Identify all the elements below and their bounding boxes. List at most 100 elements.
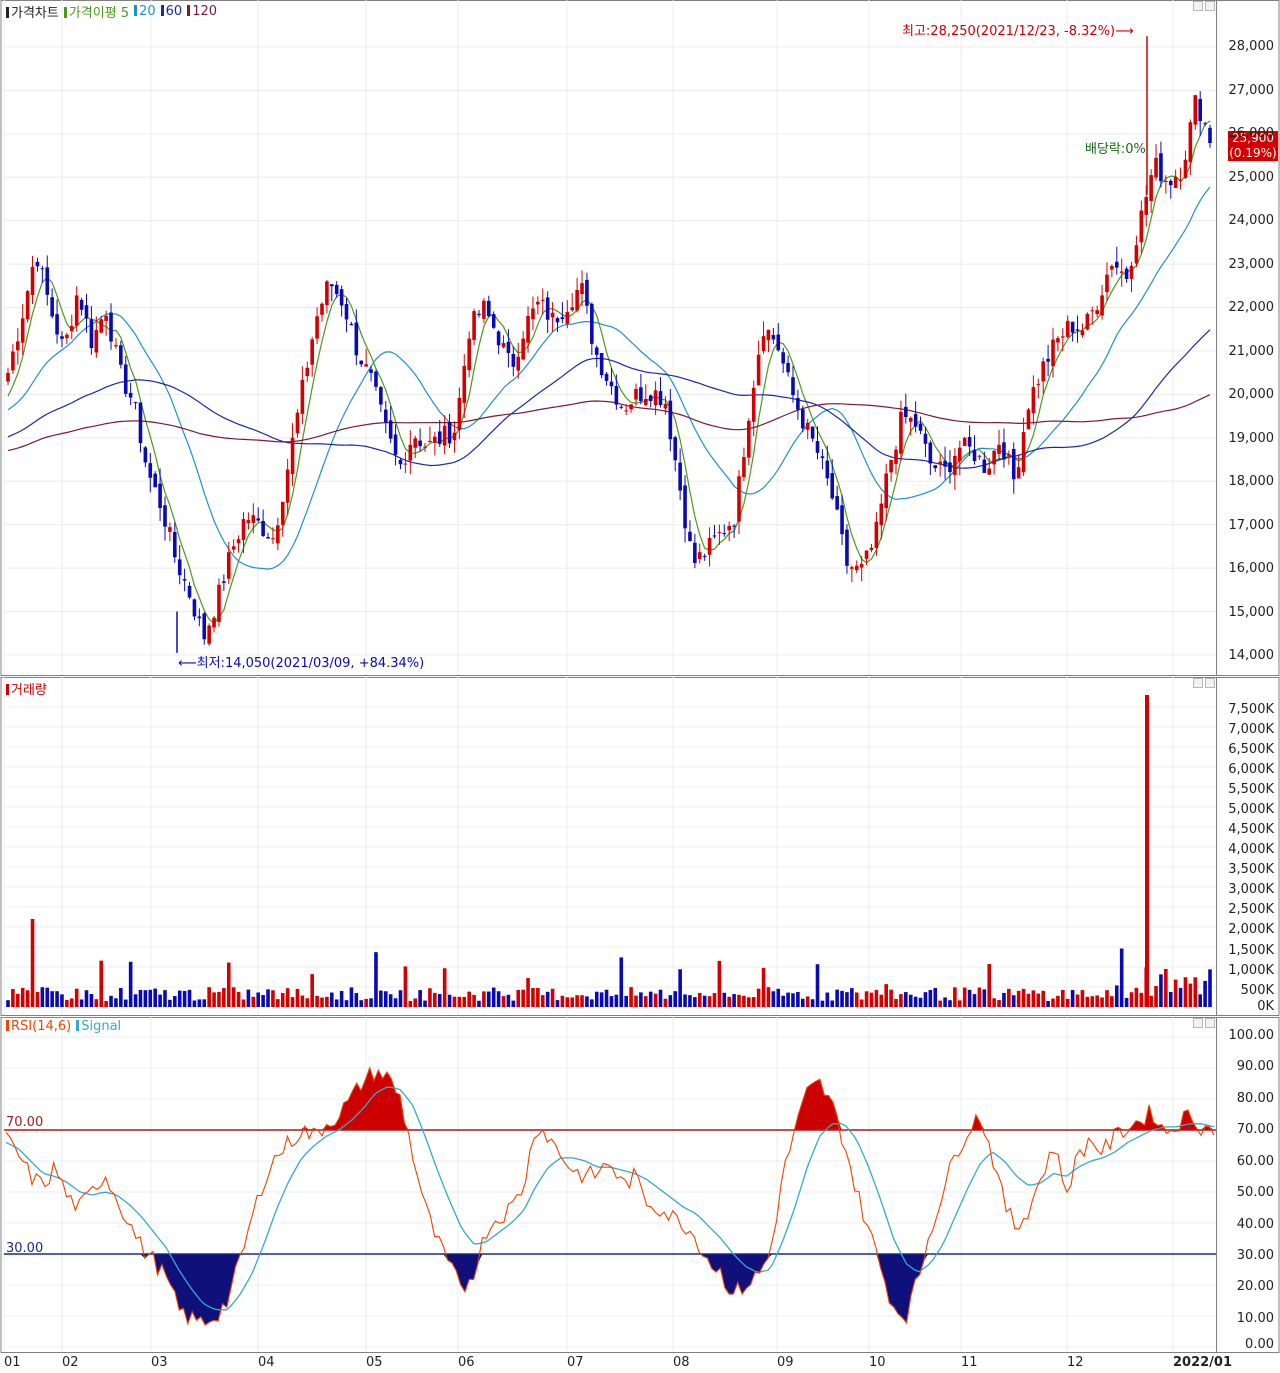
candle-body (526, 315, 530, 343)
volume-bar (820, 1000, 825, 1007)
volume-bar (261, 995, 265, 1007)
minimize-icon[interactable] (1193, 1, 1203, 11)
volume-bar (1080, 990, 1085, 1007)
candle-body (187, 585, 192, 598)
x-tick: 09 (777, 1355, 794, 1370)
volume-bar (197, 999, 202, 1007)
candle-body (138, 402, 143, 444)
candle-body (398, 459, 403, 465)
close-icon[interactable] (1205, 1018, 1215, 1028)
volume-tick: 2,000K (1228, 922, 1274, 937)
volume-bar (84, 990, 89, 1007)
candle-body (109, 312, 113, 342)
close-icon[interactable] (1205, 678, 1215, 688)
volume-bar (1105, 990, 1109, 1007)
candle-body (202, 613, 207, 640)
candle-body (1016, 467, 1021, 479)
volume-bar (1070, 989, 1075, 1007)
volume-bar (904, 992, 908, 1007)
volume-bar (859, 999, 864, 1007)
candle-body (1203, 123, 1207, 125)
rsi-lower-label: 30.00 (6, 1241, 44, 1256)
volume-bar (462, 996, 467, 1007)
volume-bar (712, 993, 717, 1007)
volume-tick: 5,000K (1228, 802, 1274, 817)
volume-bar (60, 994, 64, 1007)
stock-chart-canvas[interactable] (0, 0, 1280, 1373)
volume-bar (1198, 994, 1202, 1007)
candle-body (344, 304, 349, 320)
candle-body (212, 617, 216, 628)
volume-bar (217, 991, 221, 1007)
candle-body (722, 533, 727, 535)
candle-body (457, 397, 462, 431)
volume-bar (761, 967, 766, 1007)
minimize-icon[interactable] (1193, 678, 1203, 688)
volume-bar (496, 991, 501, 1007)
candle-body (1075, 329, 1080, 331)
volume-bar (123, 999, 128, 1007)
candle-body (1149, 175, 1153, 201)
candle-body (506, 341, 511, 353)
candle-body (1085, 313, 1090, 330)
volume-bar (766, 987, 771, 1007)
candle-body (918, 423, 923, 431)
minimize-icon[interactable] (1193, 1018, 1203, 1028)
volume-bar (850, 988, 854, 1007)
volume-bar (452, 996, 457, 1007)
volume-bar (408, 1000, 413, 1007)
volume-bar (1188, 983, 1193, 1007)
volume-bar (403, 966, 408, 1007)
candle-body (732, 525, 736, 527)
candle-body (1026, 409, 1031, 430)
volume-bar (1021, 988, 1026, 1007)
volume-bar (226, 962, 231, 1007)
volume-bar (457, 996, 462, 1007)
candle-body (192, 599, 197, 617)
volume-bar (540, 995, 545, 1007)
candle-body (433, 436, 437, 443)
candle-body (418, 440, 422, 447)
candle-body (30, 266, 35, 296)
candle-body (830, 473, 835, 499)
volume-spike-bar (1145, 695, 1149, 1007)
close-icon[interactable] (1205, 1, 1215, 11)
volume-bar (1124, 997, 1129, 1007)
candle-body (11, 351, 15, 371)
volume-bar (393, 998, 398, 1007)
volume-bar (20, 987, 25, 1007)
volume-bar (1061, 989, 1065, 1007)
volume-tick: 6,500K (1228, 742, 1274, 757)
volume-tick: 2,500K (1228, 902, 1274, 917)
candle-body (697, 552, 702, 560)
candle-body (639, 387, 643, 402)
volume-bar (643, 996, 648, 1007)
price-tick: 28,000 (1228, 39, 1275, 54)
volume-bar (796, 991, 800, 1007)
candle-body (982, 459, 987, 473)
candle-body (487, 300, 491, 317)
volume-bar (800, 998, 805, 1007)
candle-body (629, 404, 633, 410)
candle-body (320, 303, 324, 315)
volume-bar (153, 988, 157, 1007)
candle-body (1164, 180, 1168, 182)
rsi-tick: 70.00 (1236, 1122, 1274, 1137)
price-tick: 22,000 (1228, 300, 1275, 315)
candle-body (467, 338, 471, 371)
volume-bar (786, 992, 790, 1007)
volume-bar (280, 992, 285, 1007)
ma120-legend: 120 (192, 4, 218, 19)
candle-body (599, 353, 604, 376)
candle-body (69, 325, 74, 332)
volume-bar (222, 988, 226, 1007)
candle-body (805, 422, 810, 430)
volume-bar (69, 998, 74, 1007)
rsi-legend: RSI(14,6) Signal (6, 1019, 121, 1034)
candle-body (1159, 153, 1163, 182)
volume-bar (305, 998, 310, 1007)
candle-body (251, 515, 256, 523)
arrow-left-icon: ⟵ (178, 656, 197, 671)
volume-bar (379, 990, 383, 1007)
volume-bar (565, 997, 570, 1007)
